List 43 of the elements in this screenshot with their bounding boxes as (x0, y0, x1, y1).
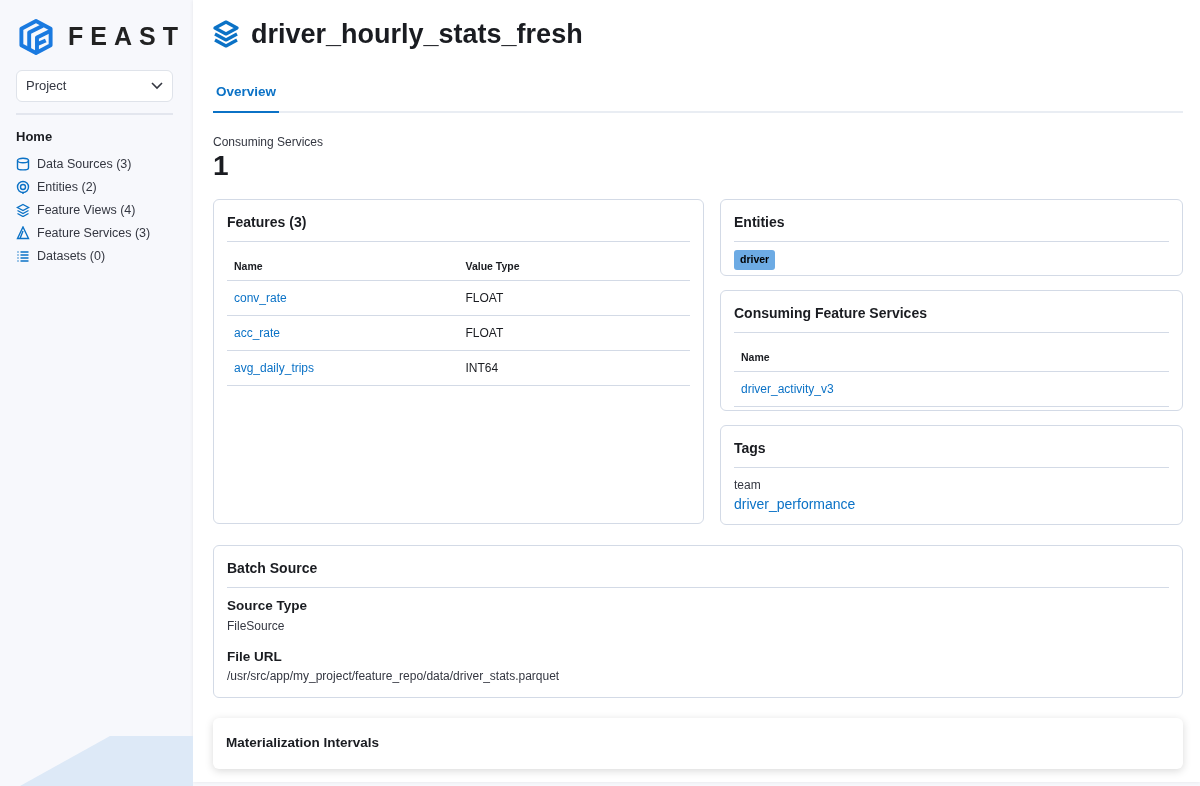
column-header: Value Type (458, 250, 690, 281)
panel-title: Batch Source (227, 558, 1169, 589)
sidebar-item[interactable]: Feature Services (3) (16, 221, 177, 245)
column-header: Name (227, 250, 459, 281)
database-icon (16, 157, 30, 171)
layers-icon (16, 203, 30, 217)
panel-title: Tags (734, 438, 1169, 469)
tag-value-link[interactable]: driver_performance (734, 496, 856, 513)
field-value: FileSource (227, 617, 286, 635)
field-value: /usr/src/app/my_project/feature_repo/data/driver_stats.parquet (227, 667, 561, 685)
logo-icon (18, 18, 54, 56)
panel-title: Features (3) (227, 212, 690, 243)
table-link[interactable]: avg_daily_trips (234, 361, 315, 376)
tab[interactable]: Overview (213, 76, 280, 113)
table-link[interactable]: driver_activity_v3 (741, 382, 834, 397)
field-label: Source Type (227, 597, 309, 616)
entity-badge[interactable]: driver (734, 250, 776, 271)
table-link[interactable]: conv_rate (234, 291, 287, 306)
sidebar-item[interactable]: Feature Views (4) (16, 198, 177, 222)
table-cell: FLOAT (465, 326, 504, 341)
stat-value: 1 (213, 150, 230, 182)
panel-title: Materialization Intervals (226, 734, 381, 753)
panel-title: Consuming Feature Services (734, 303, 1169, 334)
target-icon (16, 180, 30, 194)
sidebar-item[interactable]: Entities (2) (16, 175, 177, 199)
nav-heading[interactable]: Home (16, 127, 177, 147)
stat-label: Consuming Services (213, 133, 325, 151)
sidebar-item[interactable]: Data Sources (3) (16, 152, 177, 176)
table-cell: FLOAT (465, 291, 504, 306)
field-label: File URL (227, 647, 283, 666)
logo-text: FEAST (68, 21, 185, 53)
list-icon (16, 249, 30, 263)
panel-title: Entities (734, 212, 1169, 243)
page-title: driver_hourly_stats_fresh (251, 18, 583, 51)
chevron-down-icon (151, 82, 163, 90)
column-header: Name (734, 341, 1169, 372)
table-link[interactable]: acc_rate (234, 326, 281, 341)
project-select[interactable]: Project (16, 70, 173, 102)
table-cell: INT64 (465, 361, 499, 376)
layers-icon (213, 20, 239, 49)
triangle-icon (16, 226, 30, 240)
sidebar-item[interactable]: Datasets (0) (16, 244, 177, 268)
tag-key: team (734, 476, 1169, 495)
